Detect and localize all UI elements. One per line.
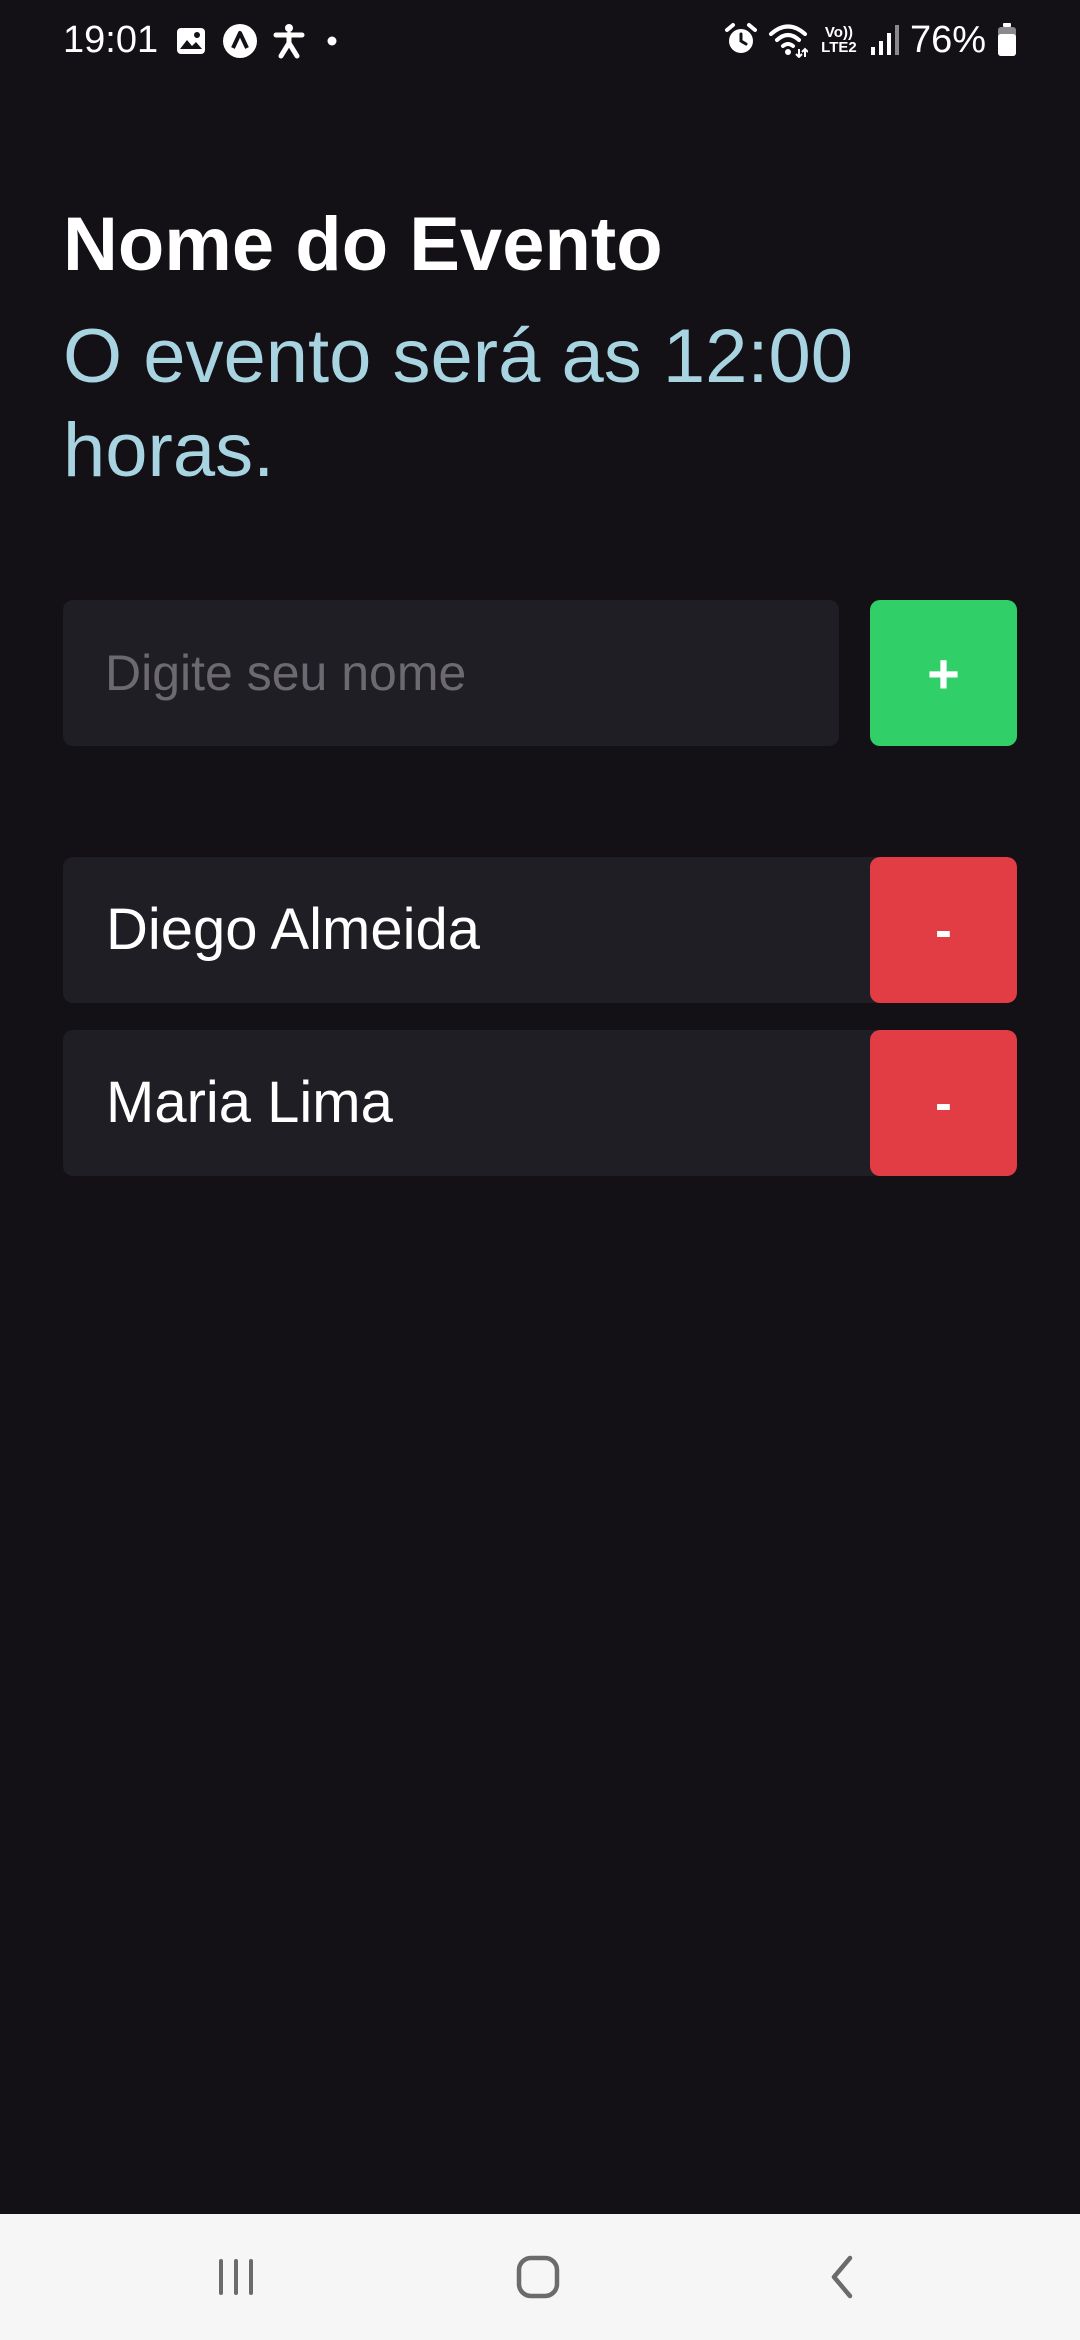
recent-apps-button[interactable] [176,2214,296,2340]
participant-row: Maria Lima - [63,1030,1017,1176]
status-time: 19:01 [63,19,159,61]
lte-indicator: Vo)) LTE2 [821,24,857,56]
participant-row: Diego Almeida - [63,857,1017,1003]
gallery-icon [174,24,208,58]
participant-name: Maria Lima [106,1070,393,1135]
back-icon [822,2254,862,2300]
event-subtitle: O evento será as 12:00 horas. [63,314,854,493]
app-a-icon [222,23,258,59]
battery-percent: 76% [909,19,986,61]
dot-icon [320,29,344,53]
add-button-label: + [927,641,960,705]
home-button[interactable] [478,2214,598,2340]
back-button[interactable] [782,2214,902,2340]
add-participant-button[interactable]: + [870,600,1017,746]
wifi-icon [768,22,808,58]
remove-participant-button[interactable]: - [870,857,1017,1003]
name-input[interactable] [63,600,839,746]
home-icon [515,2254,561,2300]
recent-apps-icon [214,2255,258,2299]
status-bar: 19:01 Vo)) LTE2 76% [0,0,1080,80]
app-screen: 19:01 Vo)) LTE2 76% Nome do Evento O eve… [0,0,1080,2340]
remove-button-label: - [935,902,952,958]
participant-name: Diego Almeida [106,897,480,962]
accessibility-icon [272,23,306,59]
battery-icon [996,22,1018,58]
remove-button-label: - [935,1075,952,1131]
remove-participant-button[interactable]: - [870,1030,1017,1176]
event-title: Nome do Evento [63,202,663,287]
navigation-bar [0,2214,1080,2340]
system-icons: Vo)) LTE2 76% [724,18,1018,62]
alarm-icon [724,22,758,58]
notification-icons [174,20,344,62]
signal-icon [870,23,900,57]
